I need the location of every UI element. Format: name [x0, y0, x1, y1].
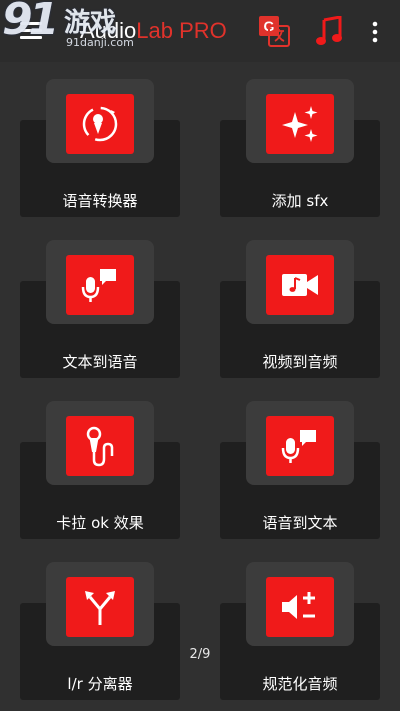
- page-indicator: 2/9: [189, 647, 211, 662]
- translate-icon[interactable]: G: [258, 15, 290, 47]
- watermark-logo: 91 游戏 91danji.com: [0, 0, 140, 58]
- tile-label: 文本到语音: [62, 353, 138, 371]
- sparkle-icon: [266, 94, 334, 154]
- voice-changer-icon: [66, 94, 134, 154]
- tile-label: 语音到文本: [262, 514, 338, 532]
- tile-text-to-speech[interactable]: 文本到语音: [20, 233, 180, 378]
- app-title-part2: Lab PRO: [136, 18, 227, 43]
- tile-normalize-audio[interactable]: 规范化音频: [220, 555, 380, 700]
- tile-voice-changer[interactable]: 语音转换器: [20, 72, 180, 217]
- tile-add-sfx[interactable]: 添加 sfx: [220, 72, 380, 217]
- speech-to-text-icon: [266, 416, 334, 476]
- tile-label: l/r 分离器: [67, 675, 133, 693]
- watermark-number: 91: [2, 0, 59, 45]
- tile-label: 添加 sfx: [271, 192, 329, 210]
- watermark-url: 91danji.com: [66, 36, 134, 49]
- app-bar: AudioLab PRO 91 游戏 91danji.com G: [0, 0, 400, 62]
- split-arrows-icon: [66, 577, 134, 637]
- normalize-volume-icon: [266, 577, 334, 637]
- tile-label: 视频到音频: [262, 353, 338, 371]
- tile-lr-splitter[interactable]: l/r 分离器: [20, 555, 180, 700]
- tile-label: 卡拉 ok 效果: [56, 514, 144, 532]
- tile-speech-to-text[interactable]: 语音到文本: [220, 394, 380, 539]
- watermark-text: 游戏: [64, 8, 117, 38]
- music-note-icon[interactable]: [316, 16, 342, 46]
- more-vert-icon[interactable]: [366, 20, 384, 44]
- tile-label: 语音转换器: [62, 192, 138, 210]
- tile-karaoke[interactable]: 卡拉 ok 效果: [20, 394, 180, 539]
- tile-label: 规范化音频: [262, 675, 338, 693]
- text-to-speech-icon: [66, 255, 134, 315]
- tile-video-to-audio[interactable]: 视频到音频: [220, 233, 380, 378]
- karaoke-mic-icon: [66, 416, 134, 476]
- video-to-audio-icon: [266, 255, 334, 315]
